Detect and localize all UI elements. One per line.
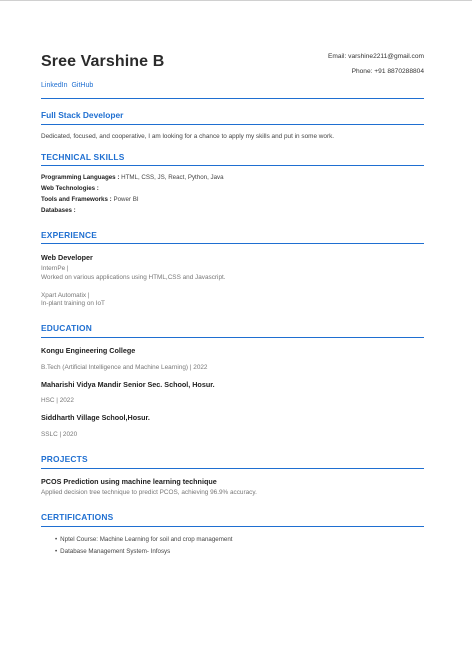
skill-row-tools: Tools and Frameworks : Power BI [41, 196, 139, 203]
skill-row-languages: Programming Languages : HTML, CSS, JS, R… [41, 174, 224, 181]
skill-value: Power BI [111, 196, 139, 203]
experience-desc-2: In-plant training on IoT [41, 300, 105, 307]
education-school-2: Maharishi Vidya Mandir Senior Sec. Schoo… [41, 380, 215, 389]
email-text: Email: varshine2211@gmail.com [328, 53, 424, 60]
education-school-1: Kongu Engineering College [41, 346, 136, 355]
skill-label: Programming Languages : [41, 174, 120, 181]
profile-links: LinkedIn GitHub [41, 82, 97, 89]
experience-company-2: Xpart Automatix | [41, 292, 90, 299]
skill-label: Web Technologies : [41, 185, 99, 192]
projects-title: PROJECTS [41, 454, 88, 464]
phone-text: Phone: +91 8870288804 [351, 68, 424, 75]
top-border [0, 0, 472, 1]
experience-title: EXPERIENCE [41, 230, 97, 240]
candidate-name: Sree Varshine B [41, 53, 165, 70]
skill-label: Tools and Frameworks : [41, 196, 112, 203]
project-name: PCOS Prediction using machine learning t… [41, 477, 217, 486]
divider-projects [41, 468, 424, 469]
education-detail-3: SSLC | 2020 [41, 431, 78, 438]
skill-row-web: Web Technologies : [41, 185, 99, 192]
project-desc: Applied decision tree technique to predi… [41, 489, 257, 496]
skill-row-databases: Databases : [41, 207, 76, 214]
education-detail-1: B.Tech (Artificial Intelligence and Mach… [41, 364, 208, 371]
divider-header [41, 98, 424, 99]
contact-block: Email: varshine2211@gmail.com Phone: +91… [328, 49, 424, 79]
divider-skills [41, 165, 424, 166]
certifications-title: CERTIFICATIONS [41, 512, 114, 522]
summary-text: Dedicated, focused, and cooperative, I a… [41, 133, 335, 140]
skill-value: HTML, CSS, JS, React, Python, Java [119, 174, 224, 181]
linkedin-link[interactable]: LinkedIn [41, 82, 67, 89]
divider-experience [41, 243, 424, 244]
divider-certifications [41, 526, 424, 527]
experience-role: Web Developer [41, 253, 93, 262]
summary-title: Full Stack Developer [41, 110, 124, 120]
experience-desc-1: Worked on various applications using HTM… [41, 274, 226, 281]
divider-summary [41, 124, 424, 125]
skills-title: TECHNICAL SKILLS [41, 152, 125, 162]
list-item: Database Management System- Infosys [55, 548, 233, 560]
github-link[interactable]: GitHub [71, 82, 93, 89]
certification-list: Nptel Course: Machine Learning for soil … [55, 536, 233, 560]
experience-company-1: InternPe | [41, 265, 69, 272]
education-detail-2: HSC | 2022 [41, 397, 74, 404]
skill-label: Databases : [41, 207, 76, 214]
education-school-3: Siddharth Village School,Hosur. [41, 413, 150, 422]
education-title: EDUCATION [41, 323, 92, 333]
list-item: Nptel Course: Machine Learning for soil … [55, 536, 232, 548]
divider-education [41, 337, 424, 338]
